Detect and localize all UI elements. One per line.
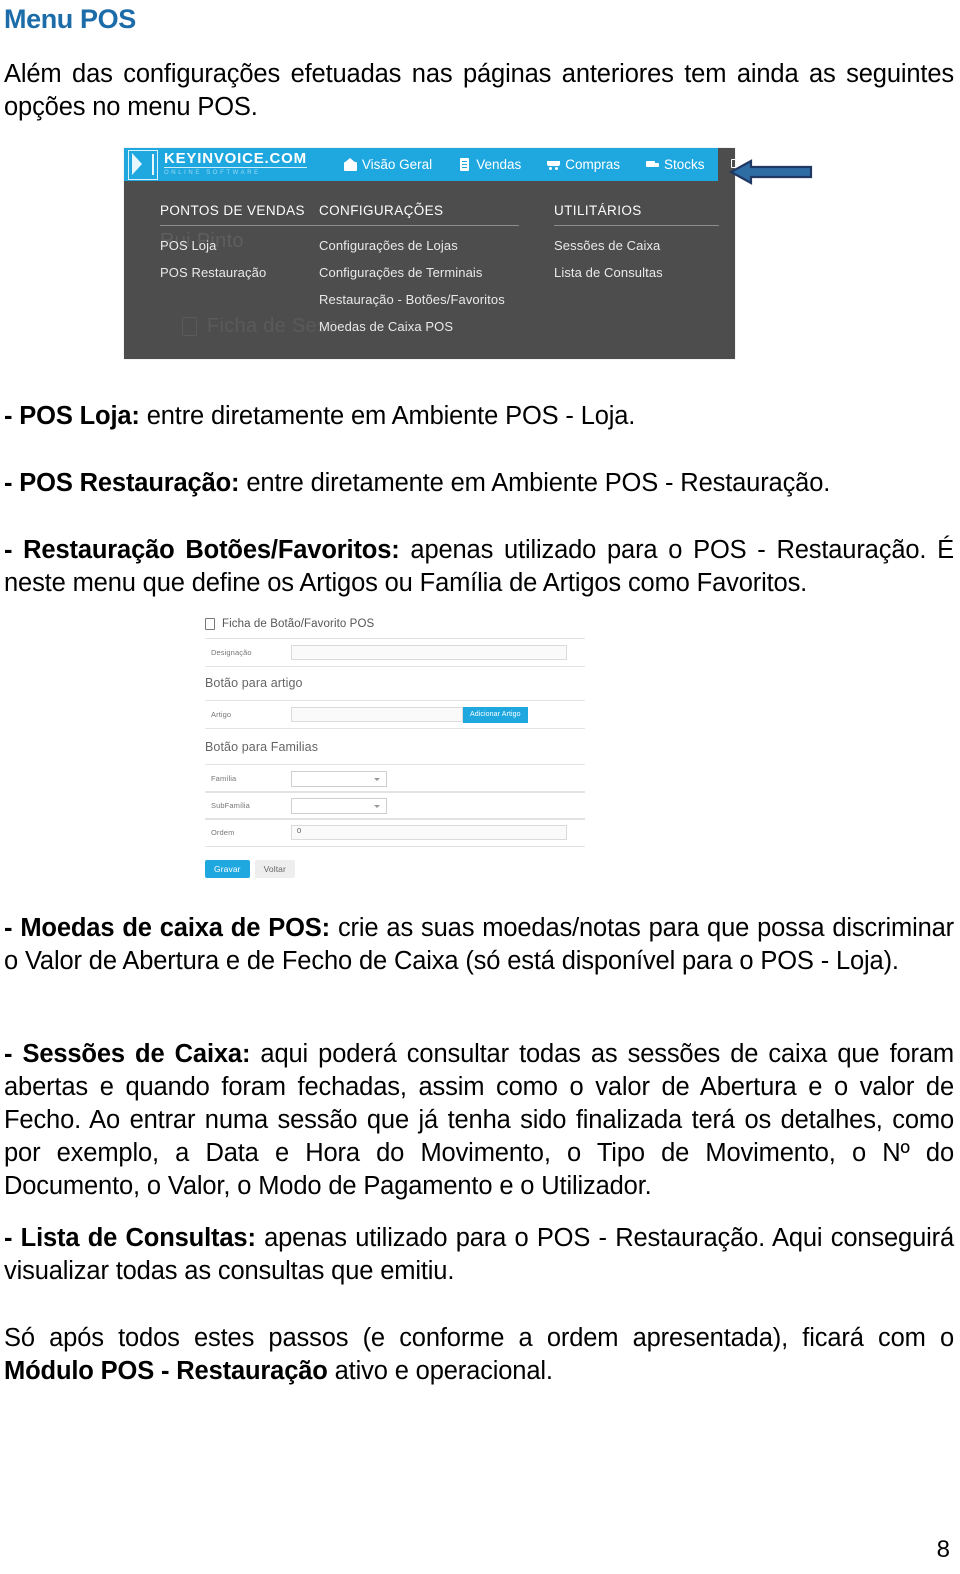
menu-item-restauracao-botoes-favoritos[interactable]: Restauração - Botões/Favoritos: [319, 292, 519, 307]
section-sessoes-de-caixa-label: - Sessões de Caixa:: [4, 1040, 251, 1068]
voltar-button[interactable]: Voltar: [254, 860, 295, 878]
nav-item-label: Vendas: [476, 157, 522, 172]
intro-paragraph: Além das configurações efetuadas nas pág…: [4, 60, 954, 121]
section-lista-de-consultas: - Lista de Consultas: apenas utilizado p…: [4, 1222, 954, 1288]
section-heading-botao-para-artigo: Botão para artigo: [205, 676, 303, 690]
form-actions: Gravar Voltar: [205, 860, 295, 878]
section-restauracao-botoes-favoritos-label: - Restauração Botões/Favoritos:: [4, 536, 400, 564]
form-row-familia: Família: [205, 764, 585, 793]
form-row-artigo: Artigo Adicionar Artigo: [205, 700, 585, 729]
gravar-button[interactable]: Gravar: [205, 860, 250, 878]
keyinvoice-logo-icon: [128, 149, 158, 180]
section-moedas-de-caixa-de-pos-label: - Moedas de caixa de POS:: [4, 914, 330, 942]
ordem-input[interactable]: 0: [291, 825, 567, 840]
section-pos-loja-label: - POS Loja:: [4, 402, 140, 430]
form-row-ordem: Ordem 0: [205, 818, 585, 847]
navbar-items: Visão Geral Vendas Compras Stocks POS: [331, 148, 735, 181]
section-heading-botao-para-familias: Botão para Familias: [205, 740, 319, 754]
nav-item-compras[interactable]: Compras: [534, 148, 633, 181]
annotation-arrow-left: [728, 159, 813, 185]
form-row-designacao: Designação: [205, 638, 585, 667]
form-title-text: Ficha de Botão/Favorito POS: [222, 618, 375, 630]
menu-item-pos-loja[interactable]: POS Loja: [160, 238, 320, 253]
nav-item-label: Compras: [565, 157, 620, 172]
app-background: Rui Pinto Ficha de Sess PONTOS DE VENDAS…: [124, 181, 735, 359]
pos-dropdown-menu: PONTOS DE VENDAS POS Loja POS Restauraçã…: [124, 181, 735, 359]
section-moedas-de-caixa-de-pos: - Moedas de caixa de POS: crie as suas m…: [4, 912, 954, 978]
dropdown-column-configuracoes: CONFIGURAÇÕES Configurações de Lojas Con…: [319, 203, 519, 334]
screenshot-pos-menu: Rui Pinto Ficha de Sess PONTOS DE VENDAS…: [124, 148, 735, 359]
form-row-subfamilia: SubFamília: [205, 791, 585, 820]
dropdown-column-utilitarios: UTILITÁRIOS Sessões de Caixa Lista de Co…: [554, 203, 719, 280]
closing-lead: Só após todos estes passos (e conforme a…: [4, 1324, 954, 1352]
section-pos-restauracao-label: - POS Restauração:: [4, 469, 240, 497]
closing-paragraph: Só após todos estes passos (e conforme a…: [4, 1322, 954, 1388]
menu-item-pos-restauracao[interactable]: POS Restauração: [160, 265, 320, 280]
dropdown-column-pontos-de-vendas: PONTOS DE VENDAS POS Loja POS Restauraçã…: [160, 203, 320, 280]
app-navbar: KEYINVOICE.COM ONLINE SOFTWARE Visão Ger…: [124, 148, 735, 181]
page-number: 8: [936, 1536, 950, 1563]
ordem-label: Ordem: [211, 828, 235, 837]
closing-bold: Módulo POS - Restauração: [4, 1357, 328, 1385]
section-pos-restauracao: - POS Restauração: entre diretamente em …: [4, 467, 954, 500]
familia-label: Família: [211, 774, 237, 783]
nav-item-label: Visão Geral: [361, 157, 433, 172]
section-pos-loja-text: entre diretamente em Ambiente POS - Loja…: [139, 402, 636, 430]
menu-item-moedas-de-caixa-pos[interactable]: Moedas de Caixa POS: [319, 319, 519, 334]
brand-logo[interactable]: KEYINVOICE.COM ONLINE SOFTWARE: [164, 151, 307, 178]
ordem-value: 0: [297, 826, 302, 835]
menu-item-lista-de-consultas[interactable]: Lista de Consultas: [554, 265, 719, 280]
dropdown-heading: CONFIGURAÇÕES: [319, 203, 519, 226]
section-restauracao-botoes-favoritos: - Restauração Botões/Favoritos: apenas u…: [4, 534, 954, 600]
home-icon: [343, 158, 357, 171]
nav-item-visao-geral[interactable]: Visão Geral: [331, 148, 445, 181]
document-icon: [205, 618, 215, 630]
adicionar-artigo-button[interactable]: Adicionar Artigo: [463, 706, 528, 723]
nav-item-label: Stocks: [664, 157, 705, 172]
section-pos-loja: - POS Loja: entre diretamente em Ambient…: [4, 400, 954, 433]
section-pos-restauracao-text: entre diretamente em Ambiente POS - Rest…: [239, 469, 831, 497]
closing-tail: ativo e operacional.: [327, 1357, 553, 1385]
menu-item-configuracoes-de-lojas[interactable]: Configurações de Lojas: [319, 238, 519, 253]
brand-name: KEYINVOICE.COM: [164, 150, 307, 168]
artigo-label: Artigo: [211, 710, 232, 719]
dropdown-heading: PONTOS DE VENDAS: [160, 203, 320, 226]
cart-icon: [547, 158, 561, 171]
menu-item-configuracoes-de-terminais[interactable]: Configurações de Terminais: [319, 265, 519, 280]
document-icon: [458, 158, 471, 171]
designacao-label: Designação: [211, 648, 252, 657]
nav-item-vendas[interactable]: Vendas: [445, 148, 534, 181]
menu-item-sessoes-de-caixa[interactable]: Sessões de Caixa: [554, 238, 719, 253]
dropdown-heading: UTILITÁRIOS: [554, 203, 719, 226]
nav-item-stocks[interactable]: Stocks: [633, 148, 718, 181]
page-title: Menu POS: [4, 4, 136, 34]
form-title: Ficha de Botão/Favorito POS: [205, 618, 374, 630]
truck-icon: [646, 158, 659, 171]
subfamilia-select[interactable]: [291, 797, 387, 814]
screenshot-botao-favorito-form: Ficha de Botão/Favorito POS Designação B…: [186, 612, 604, 888]
brand-tagline: ONLINE SOFTWARE: [164, 170, 261, 176]
designacao-input[interactable]: [291, 645, 567, 660]
artigo-input[interactable]: [291, 707, 463, 722]
subfamilia-label: SubFamília: [211, 801, 250, 810]
section-lista-de-consultas-label: - Lista de Consultas:: [4, 1224, 256, 1252]
document-page: Menu POS Além das configurações efetuada…: [0, 0, 960, 1574]
section-sessoes-de-caixa: - Sessões de Caixa: aqui poderá consulta…: [4, 1038, 954, 1203]
familia-select[interactable]: [291, 770, 387, 787]
